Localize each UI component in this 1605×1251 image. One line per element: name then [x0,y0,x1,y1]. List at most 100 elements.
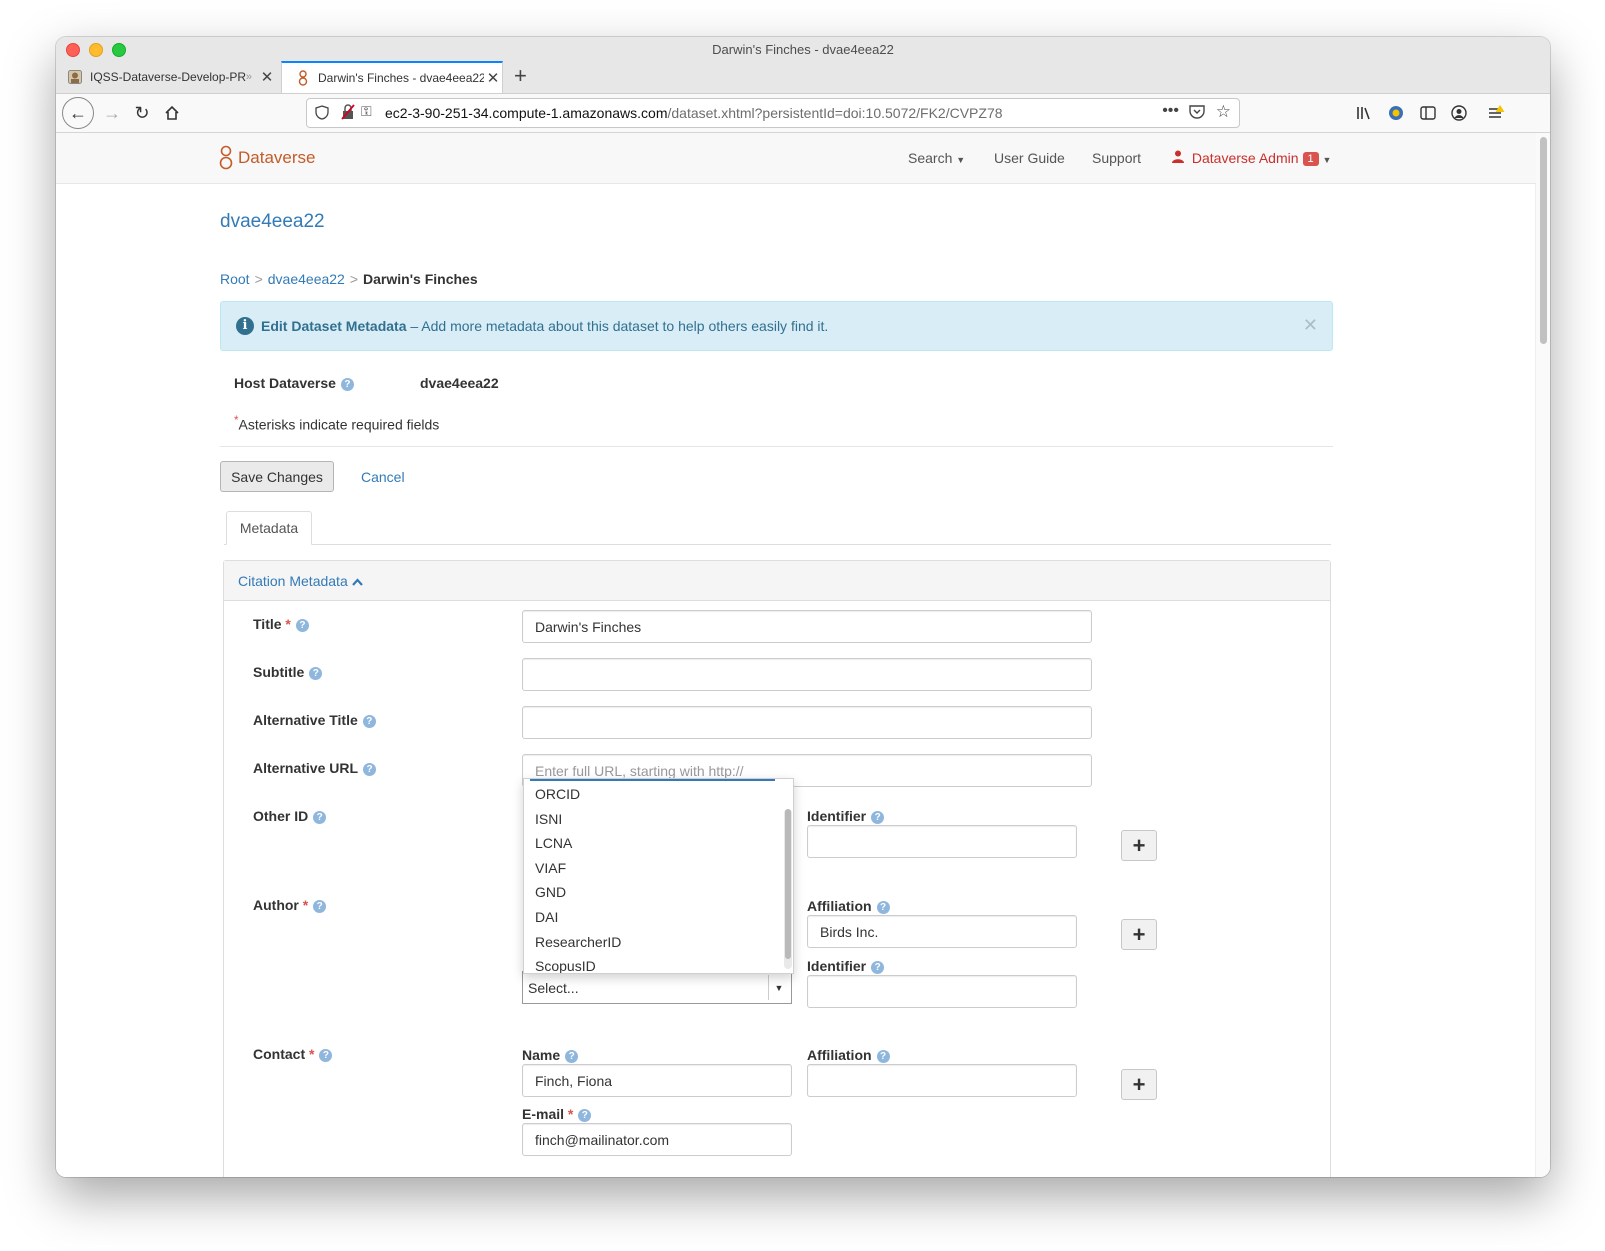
dropdown-option[interactable]: VIAF [535,860,566,876]
other-id-identifier-input[interactable] [807,825,1077,858]
required-asterisk: * [285,616,291,632]
help-icon[interactable]: ? [871,811,885,824]
help-icon[interactable]: ? [309,667,323,680]
alternative-url-label: Alternative URL? [253,760,377,776]
dropdown-option[interactable]: ScopusID [535,958,596,973]
affiliation-label-text: Affiliation [807,898,872,914]
panel-header[interactable]: Citation Metadata [224,561,1330,601]
contact-name-input[interactable]: Finch, Fiona [522,1064,792,1097]
home-icon[interactable] [160,98,184,128]
forward-arrow-icon[interactable]: → [100,98,124,128]
info-icon: i [236,317,254,335]
page-scrollbar[interactable] [1535,133,1550,1177]
identifier-scheme-select[interactable]: Select... ▼ [522,971,792,1004]
dropdown-option[interactable]: ISNI [535,811,562,827]
support-link[interactable]: Support [1092,150,1141,166]
user-menu[interactable]: Dataverse Admin 1 ▼ [1172,150,1331,166]
account-icon[interactable] [1447,98,1471,128]
contact-email-label: E-mail *? [522,1106,592,1122]
subtitle-input[interactable] [522,658,1092,691]
dropdown-scrollbar-thumb[interactable] [785,809,791,959]
help-icon[interactable]: ? [876,1050,890,1063]
required-asterisk: * [309,1046,315,1062]
navigation-bar: ← → ↻ ⚿ ec2-3-90-251-34.compute-1.amazon… [56,94,1550,133]
menu-icon[interactable] [1484,98,1508,128]
close-tab-icon[interactable]: ✕ [484,69,502,87]
help-icon[interactable]: ? [340,378,354,391]
breadcrumb-root[interactable]: Root [220,271,250,287]
panel-title[interactable]: Citation Metadata [238,573,363,589]
help-icon[interactable]: ? [295,619,309,632]
save-changes-button[interactable]: Save Changes [220,461,334,492]
window-title: Darwin's Finches - dvae4eea22 [712,42,894,57]
extension-icon[interactable] [1384,98,1408,128]
url-text[interactable]: ec2-3-90-251-34.compute-1.amazonaws.com/… [385,105,1003,121]
help-icon[interactable]: ? [362,715,376,728]
new-tab-icon[interactable]: + [514,63,527,89]
author-identifier-label: Identifier? [807,958,885,974]
dropdown-scrollbar[interactable] [784,809,792,969]
breadcrumb-parent[interactable]: dvae4eea22 [268,271,345,287]
cancel-button[interactable]: Cancel [361,469,405,485]
contact-name-label: Name? [522,1047,579,1063]
tabs-divider [224,544,1331,545]
contact-email-input[interactable]: finch@mailinator.com [522,1123,792,1156]
caret-down-icon[interactable]: ▼ [768,975,789,1000]
contact-affiliation-input[interactable] [807,1064,1077,1097]
overflow-chevron-icon: » [245,71,252,83]
pocket-icon[interactable] [1189,104,1205,124]
bookmark-star-icon[interactable]: ☆ [1216,102,1231,122]
identifier-label-text: Identifier [807,958,867,974]
author-affiliation-input[interactable]: Birds Inc. [807,915,1077,948]
reload-icon[interactable]: ↻ [130,98,154,128]
address-bar[interactable]: ⚿ ec2-3-90-251-34.compute-1.amazonaws.co… [306,98,1240,128]
help-icon[interactable]: ? [319,1049,333,1062]
tab-darwins-finches[interactable]: Darwin's Finches - dvae4eea22 ✕ [281,61,503,93]
author-identifier-input[interactable] [807,975,1077,1008]
user-guide-link[interactable]: User Guide [994,150,1065,166]
dropdown-option[interactable]: DAI [535,909,558,925]
contact-label-text: Contact [253,1046,306,1062]
user-icon [1172,150,1188,166]
library-icon[interactable] [1353,98,1377,128]
brand-name: Dataverse [238,148,316,167]
dropdown-option[interactable]: ORCID [535,786,580,802]
help-icon[interactable]: ? [578,1109,592,1122]
tab-iqss[interactable]: IQSS-Dataverse-Develop-PR » ✕ [56,61,276,93]
scrollbar-thumb[interactable] [1540,137,1547,344]
page-actions-icon[interactable]: ••• [1162,102,1179,120]
author-label: Author *? [253,897,327,913]
help-icon[interactable]: ? [313,811,327,824]
add-author-button[interactable]: + [1121,919,1157,950]
close-tab-icon[interactable]: ✕ [258,68,276,86]
add-contact-button[interactable]: + [1121,1069,1157,1100]
close-alert-icon[interactable]: ✕ [1303,315,1318,336]
search-menu[interactable]: Search ▼ [908,150,965,166]
dataverse-brand[interactable]: Dataverse [219,145,315,171]
host-dataverse-value: dvae4eea22 [420,375,499,391]
help-icon[interactable]: ? [876,901,890,914]
dropdown-option[interactable]: ResearcherID [535,934,621,950]
author-affiliation-label: Affiliation? [807,898,890,914]
alternative-title-input[interactable] [522,706,1092,739]
tab-label: IQSS-Dataverse-Develop-PR [90,70,246,84]
sidebar-icon[interactable] [1416,98,1440,128]
title-label: Title *? [253,616,309,632]
title-input[interactable]: Darwin's Finches [522,610,1092,643]
add-other-id-button[interactable]: + [1121,830,1157,861]
help-icon[interactable]: ? [313,900,327,913]
info-alert: i Edit Dataset Metadata – Add more metad… [220,301,1333,351]
insecure-lock-icon[interactable] [341,104,355,125]
help-icon[interactable]: ? [565,1050,579,1063]
help-icon[interactable]: ? [871,961,885,974]
tab-metadata[interactable]: Metadata [226,511,312,545]
dropdown-option[interactable]: GND [535,884,566,900]
key-icon[interactable]: ⚿ [361,103,372,120]
help-icon[interactable]: ? [363,763,377,776]
dataverse-title-link[interactable]: dvae4eea22 [220,211,325,233]
identifier-scheme-dropdown[interactable]: ORCID ISNI LCNA VIAF GND DAI ResearcherI… [523,778,794,974]
back-arrow-icon[interactable]: ← [62,97,94,129]
shield-icon[interactable] [315,105,329,125]
dropdown-option[interactable]: LCNA [535,835,572,851]
author-label-text: Author [253,897,299,913]
